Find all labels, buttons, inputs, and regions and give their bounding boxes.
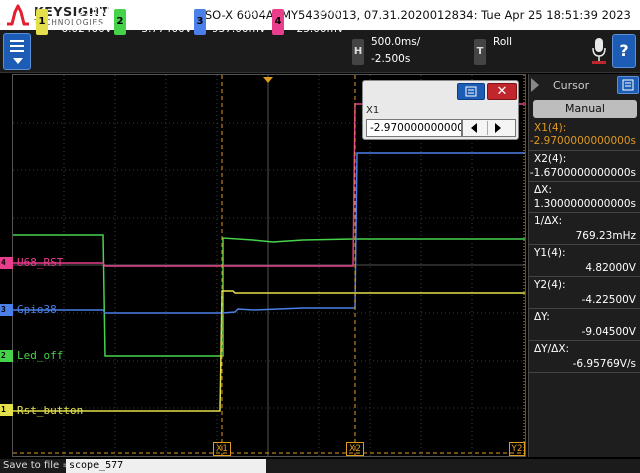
channel-3-badge: 3	[194, 9, 206, 35]
channel-2-trace	[13, 234, 525, 357]
cursor-y2-label: Y2(4):	[534, 279, 566, 291]
save-to-file-label: Save to file =	[3, 460, 71, 471]
cursor-panel-title: Cursor	[553, 79, 590, 92]
trigger-badge[interactable]: T	[474, 39, 486, 65]
popup-title: X1	[366, 105, 380, 116]
popup-close-button[interactable]: ✕	[487, 83, 517, 100]
delta-y-over-delta-x-label: ΔY/ΔX:	[534, 343, 570, 355]
channel-1-scale: 2.00V/	[77, 6, 112, 18]
inverse-delta-x-value: 769.23mHz	[575, 230, 636, 242]
cursor-x2-tag[interactable]: X2	[346, 442, 364, 456]
collapse-arrow-icon[interactable]	[531, 78, 539, 92]
cursor-y1-value[interactable]: 4.82000V	[585, 262, 636, 274]
main-menu-button[interactable]	[3, 33, 31, 70]
channel-4-offset: -25.00mV	[292, 23, 344, 35]
cursor-popup: ✕ X1 -2.9700000000000s	[362, 80, 519, 140]
channel-1-label: Rst_button	[17, 404, 84, 417]
channel-4-scale: 1.00V/	[309, 6, 344, 18]
channel-3-scale: 1.00V/	[231, 6, 266, 18]
channel-3-offset: 937.00mV	[211, 23, 266, 35]
channel-2-offset: 3.77400V	[141, 23, 192, 35]
inverse-delta-x-label: 1/ΔX:	[534, 215, 563, 227]
horizontal-timebase[interactable]: 500.0ms/	[371, 36, 420, 48]
channel-4-badge: 4	[272, 9, 284, 35]
channel-3-trace	[13, 152, 525, 314]
channel-3-label: Gpio38	[17, 303, 57, 316]
channel-4-control[interactable]: 4 1.00V/ -25.00mV	[272, 3, 348, 40]
panel-menu-icon[interactable]	[617, 76, 639, 94]
svg-text:?: ?	[619, 41, 628, 60]
cursor-x1-stepper[interactable]	[462, 119, 516, 137]
cursor-panel: Cursor Manual X1(4): -2.9700000000000s X…	[528, 74, 640, 457]
channel-2-scale: 2.00V/	[157, 6, 192, 18]
chevron-down-icon	[13, 58, 23, 64]
cursor-x1-value[interactable]: -2.9700000000000s	[530, 135, 636, 147]
trigger-mode[interactable]: Roll	[493, 36, 512, 48]
channel-1-badge: 1	[36, 9, 48, 35]
cursor-y1-label: Y1(4):	[534, 247, 566, 259]
channel-3-ground-marker[interactable]: 3	[0, 304, 13, 316]
cursor-y2-tag[interactable]: Y2	[509, 442, 525, 456]
channel-1-control[interactable]: 1 2.00V/ 6.02400V	[36, 3, 116, 40]
close-icon: ✕	[496, 84, 508, 99]
channel-4-label: U68_RST	[17, 256, 64, 269]
keysight-wave-icon	[7, 4, 29, 26]
delta-x-value: 1.3000000000000s	[533, 198, 636, 210]
step-left-icon[interactable]	[471, 123, 477, 133]
save-filename-field[interactable]: scope_577	[66, 459, 266, 473]
horizontal-delay[interactable]: -2.500s	[371, 53, 410, 65]
list-icon	[465, 86, 477, 97]
channel-2-ground-marker[interactable]: 2	[0, 350, 13, 362]
time-reference-marker	[263, 77, 273, 83]
microphone-icon[interactable]	[591, 36, 607, 66]
step-right-icon[interactable]	[495, 123, 501, 133]
cursor-x2-value[interactable]: -1.6700000000000s	[530, 167, 636, 179]
delta-x-label: ΔX:	[534, 184, 552, 196]
cursor-x1-tag[interactable]: X1	[213, 442, 231, 456]
channel-2-label: Led_off	[17, 349, 64, 362]
channel-3-control[interactable]: 3 1.00V/ 937.00mV	[194, 3, 270, 40]
delta-y-label: ΔY:	[534, 311, 550, 323]
channel-1-offset: 6.02400V	[61, 23, 112, 35]
cursor-x1-label: X1(4):	[534, 122, 567, 134]
help-question-icon: ?	[619, 41, 628, 60]
horizontal-badge[interactable]: H	[352, 39, 364, 65]
delta-y-over-delta-x-value: -6.95769V/s	[572, 358, 636, 370]
channel-1-ground-marker[interactable]: 1	[0, 404, 13, 416]
popup-menu-button[interactable]	[457, 83, 485, 100]
help-icon[interactable]: ?	[612, 34, 636, 68]
cursor-x1-value-field[interactable]: -2.9700000000000s	[366, 119, 462, 137]
cursor-mode-select[interactable]: Manual	[533, 100, 637, 118]
hamburger-icon	[10, 40, 24, 52]
cursor-x2-label: X2(4):	[534, 153, 567, 165]
channel-4-ground-marker[interactable]: 4	[0, 257, 13, 269]
delta-y-value: -9.04500V	[581, 326, 636, 338]
status-bar: Save to file = scope_577	[0, 459, 640, 473]
channel-2-badge: 2	[114, 9, 126, 35]
cursor-y2-value[interactable]: -4.22500V	[582, 294, 636, 306]
channel-2-control[interactable]: 2 2.00V/ 3.77400V	[114, 3, 196, 40]
